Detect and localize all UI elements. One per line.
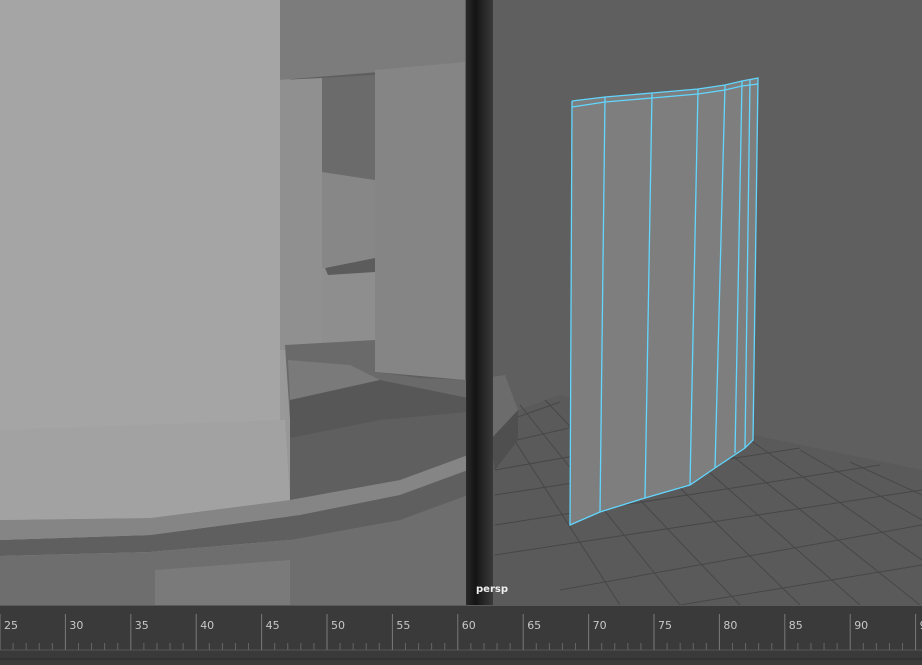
- timeline-frame-label: 65: [527, 619, 541, 632]
- timeline-frame-label: 80: [723, 619, 737, 632]
- cylinder-structure: [0, 0, 518, 605]
- timeline-frame-label: 85: [789, 619, 803, 632]
- timeline-frame-label: 30: [69, 619, 83, 632]
- time-slider-ruler[interactable]: 25303540455055606570758085909: [0, 605, 922, 665]
- viewport-scene[interactable]: [0, 0, 922, 605]
- timeline-frame-label: 40: [200, 619, 214, 632]
- timeline-frame-label: 45: [266, 619, 280, 632]
- timeline-frame-label: 55: [396, 619, 410, 632]
- camera-name-label: persp: [476, 584, 508, 595]
- selected-panel-mesh[interactable]: [569, 77, 759, 526]
- pillar: [466, 0, 493, 605]
- time-slider[interactable]: 25303540455055606570758085909: [0, 605, 922, 665]
- timeline-frame-label: 50: [331, 619, 345, 632]
- timeline-frame-label: 35: [135, 619, 149, 632]
- perspective-viewport[interactable]: persp: [0, 0, 922, 605]
- timeline-frame-label: 90: [854, 619, 868, 632]
- timeline-frame-label: 25: [4, 619, 18, 632]
- timeline-frame-label: 75: [658, 619, 672, 632]
- timeline-frame-label: 70: [593, 619, 607, 632]
- timeline-frame-label: 60: [462, 619, 476, 632]
